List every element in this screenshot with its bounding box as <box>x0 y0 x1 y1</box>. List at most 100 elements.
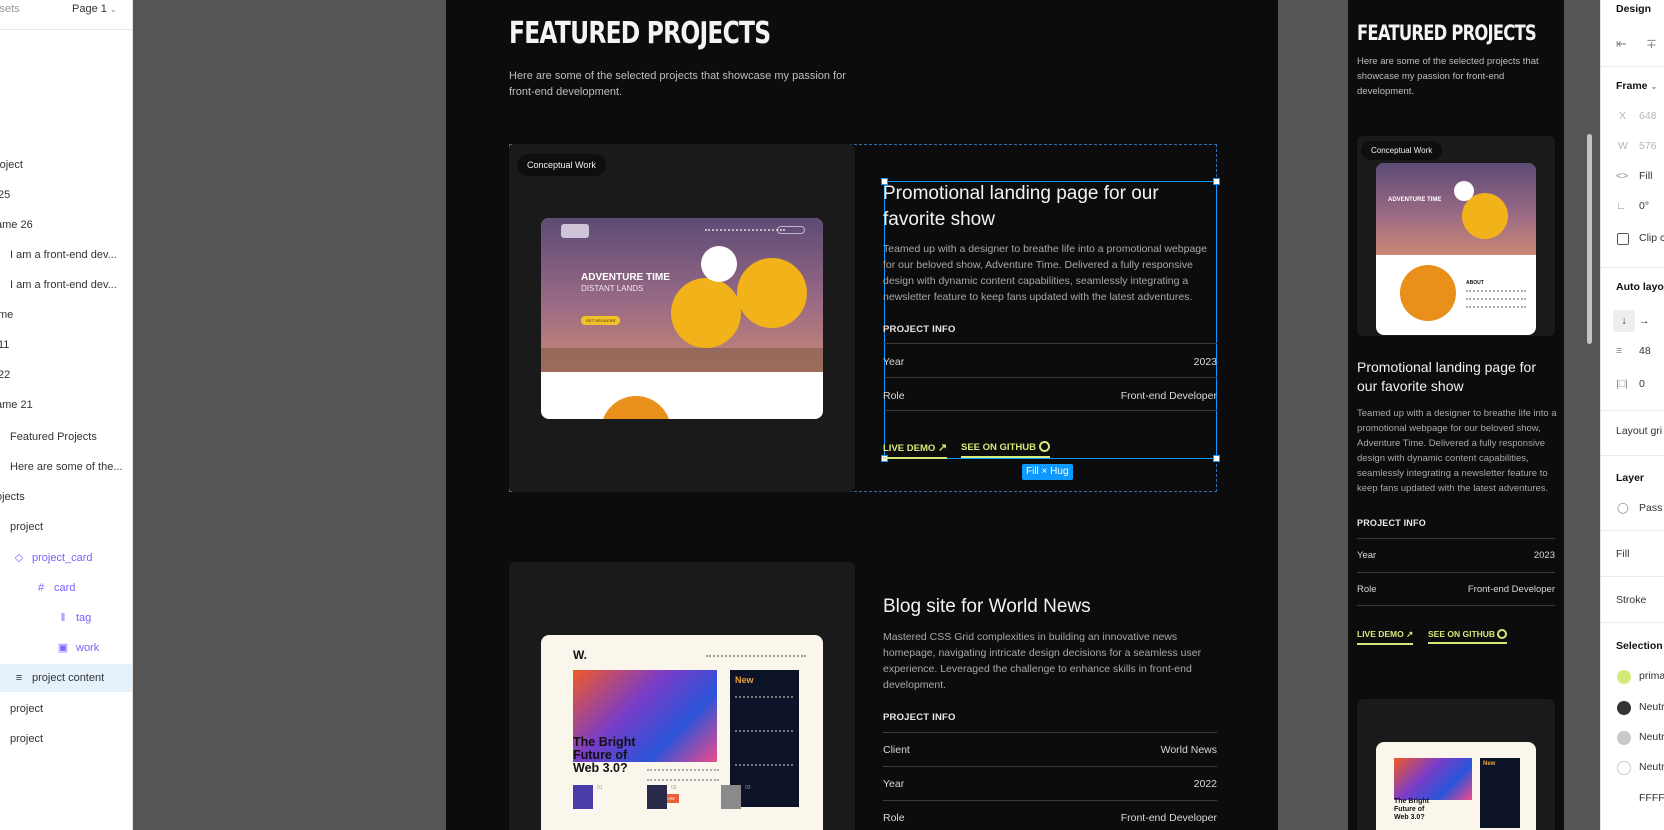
padding-field[interactable]: 0 <box>1639 378 1645 390</box>
color-swatch[interactable] <box>1617 731 1631 745</box>
preview-world-news-screenshot: The Bright Future of Web 3.0? New <box>1376 742 1536 830</box>
align-left-icon[interactable]: ⇤ <box>1616 36 1627 52</box>
layer-item[interactable]: Featured Projects <box>10 423 97 451</box>
blend-mode-select[interactable]: Pass <box>1639 502 1662 514</box>
layer-item[interactable]: 25 <box>0 181 10 209</box>
live-demo-link[interactable]: LIVE DEMO ↗ <box>883 441 948 459</box>
layer-item[interactable]: ojects <box>0 483 25 511</box>
color-style-name[interactable]: prima <box>1639 670 1664 682</box>
frame-hash-icon: # <box>37 582 45 594</box>
project-tag: Conceptual Work <box>517 154 606 176</box>
mock-thumb <box>647 785 667 809</box>
preview-project-title: Promotional landing page for our favorit… <box>1357 358 1536 396</box>
mock-sidebar-text <box>735 730 793 732</box>
layer-item-tag[interactable]: ‖ tag <box>56 604 92 632</box>
layer-item[interactable]: project <box>10 695 43 723</box>
info-row: Year 2022 <box>883 766 1217 800</box>
color-style-name[interactable]: Neutr <box>1639 731 1664 743</box>
jake-head-illustration <box>737 258 807 328</box>
page-selector[interactable]: Page 1 ⌄ <box>72 3 117 15</box>
main-frame[interactable]: FEATURED PROJECTS Here are some of the s… <box>446 0 1278 830</box>
mock-thumb <box>721 785 741 809</box>
description-line: Teamed up with a designer to breathe lif… <box>883 243 1207 255</box>
direction-horizontal-icon[interactable]: → <box>1639 310 1650 332</box>
layer-label: tag <box>76 612 92 624</box>
layer-item[interactable]: project <box>10 513 43 541</box>
layer-item[interactable]: 22 <box>0 361 10 389</box>
preview-github-link[interactable]: SEE ON GITHUB <box>1428 629 1508 644</box>
layer-label: project content <box>32 672 105 684</box>
layer-section-label: Layer <box>1616 472 1645 484</box>
layer-item[interactable]: 11 <box>0 331 9 359</box>
info-row: Role Front-end Developer <box>883 800 1217 830</box>
layer-item[interactable]: roject <box>0 151 23 179</box>
layer-label: I am a front-end dev... <box>10 249 117 261</box>
description-line: Teamed up with a designer to breathe lif… <box>1357 408 1557 419</box>
layer-item[interactable]: I am a front-end dev... <box>10 241 117 269</box>
github-icon <box>1497 629 1508 639</box>
mock-thumb <box>573 785 593 809</box>
mock-nav <box>706 655 806 657</box>
chevron-down-icon: ⌄ <box>1650 82 1658 91</box>
align-center-icon[interactable]: ∓ <box>1646 36 1657 52</box>
clip-content-checkbox[interactable] <box>1617 233 1629 245</box>
github-link[interactable]: SEE ON GITHUB <box>961 441 1050 458</box>
fill-mode-select[interactable]: Fill <box>1639 170 1652 182</box>
color-swatch[interactable] <box>1617 670 1631 684</box>
gap-field[interactable]: 48 <box>1639 345 1651 357</box>
resize-handle[interactable] <box>1213 178 1220 185</box>
mock-hill <box>541 348 823 372</box>
mock-item-number: 03 <box>745 785 751 791</box>
canvas-scrollbar[interactable] <box>1587 134 1592 344</box>
layer-item-frame[interactable]: # card <box>34 574 75 602</box>
mock-sidebar-text <box>735 696 793 698</box>
layer-item[interactable]: ame 21 <box>0 391 33 419</box>
project-info-heading: PROJECT INFO <box>883 324 956 335</box>
arrow-up-right-icon: ↗ <box>937 442 948 454</box>
tab-assets[interactable]: ssets <box>0 3 20 15</box>
color-swatch[interactable] <box>1617 701 1631 715</box>
x-field-label: X <box>1619 110 1627 122</box>
layer-item[interactable]: project <box>10 725 43 753</box>
w-field[interactable]: 576 <box>1639 140 1657 152</box>
project-title-line: Promotional landing page for our <box>883 183 1159 204</box>
tab-design[interactable]: Design <box>1616 3 1651 15</box>
x-field[interactable]: 648 <box>1639 110 1657 122</box>
layer-item[interactable]: Here are some of the... <box>10 453 123 481</box>
divider <box>1601 455 1664 456</box>
preview-live-demo-link[interactable]: LIVE DEMO ↗ <box>1357 629 1414 645</box>
live-demo-label: LIVE DEMO <box>1357 629 1404 639</box>
layer-label: project <box>10 703 44 715</box>
preview-tag: Conceptual Work <box>1361 141 1443 160</box>
color-style-name[interactable]: Neutr <box>1639 761 1664 773</box>
resize-handle[interactable] <box>1213 455 1220 462</box>
divider <box>1601 622 1664 623</box>
layer-item-selected[interactable]: ≡ project content <box>0 664 132 692</box>
hex-value[interactable]: FFFFF <box>1639 792 1664 804</box>
rotation-field[interactable]: 0° <box>1639 200 1649 212</box>
layer-item[interactable]: me <box>0 301 13 329</box>
fill-section-label[interactable]: Fill <box>1616 548 1629 560</box>
divider <box>1601 66 1664 67</box>
layer-item-work[interactable]: ▣ work <box>56 634 99 662</box>
color-style-name[interactable]: Neutr <box>1639 701 1664 713</box>
subtitle-line: development. <box>1357 86 1415 97</box>
info-key: Year <box>883 778 905 790</box>
github-label: SEE ON GITHUB <box>961 442 1036 453</box>
blend-mode-icon: ◯ <box>1617 502 1629 514</box>
frame-section-label[interactable]: Frame ⌄ <box>1616 80 1657 92</box>
layer-label: project_card <box>32 552 93 564</box>
mock-cta: GET SPOILERS <box>581 316 621 325</box>
layer-label: 11 <box>0 339 10 351</box>
layout-grid-label[interactable]: Layout gri <box>1616 425 1662 437</box>
subtitle-line: front-end development. <box>509 86 623 98</box>
layer-item[interactable]: ame 26 <box>0 211 33 239</box>
layer-item-component[interactable]: ◇ project_card <box>12 544 93 572</box>
stroke-section-label[interactable]: Stroke <box>1616 594 1646 606</box>
layer-item[interactable]: I am a front-end dev... <box>10 271 117 299</box>
mobile-preview-frame[interactable]: FEATURED PROJECTS Here are some of the s… <box>1348 0 1564 830</box>
layer-label: 22 <box>0 369 11 381</box>
mock-headline: The Bright Future of Web 3.0? <box>573 735 636 775</box>
color-swatch[interactable] <box>1617 761 1631 775</box>
direction-vertical-icon[interactable]: ↓ <box>1613 310 1635 332</box>
